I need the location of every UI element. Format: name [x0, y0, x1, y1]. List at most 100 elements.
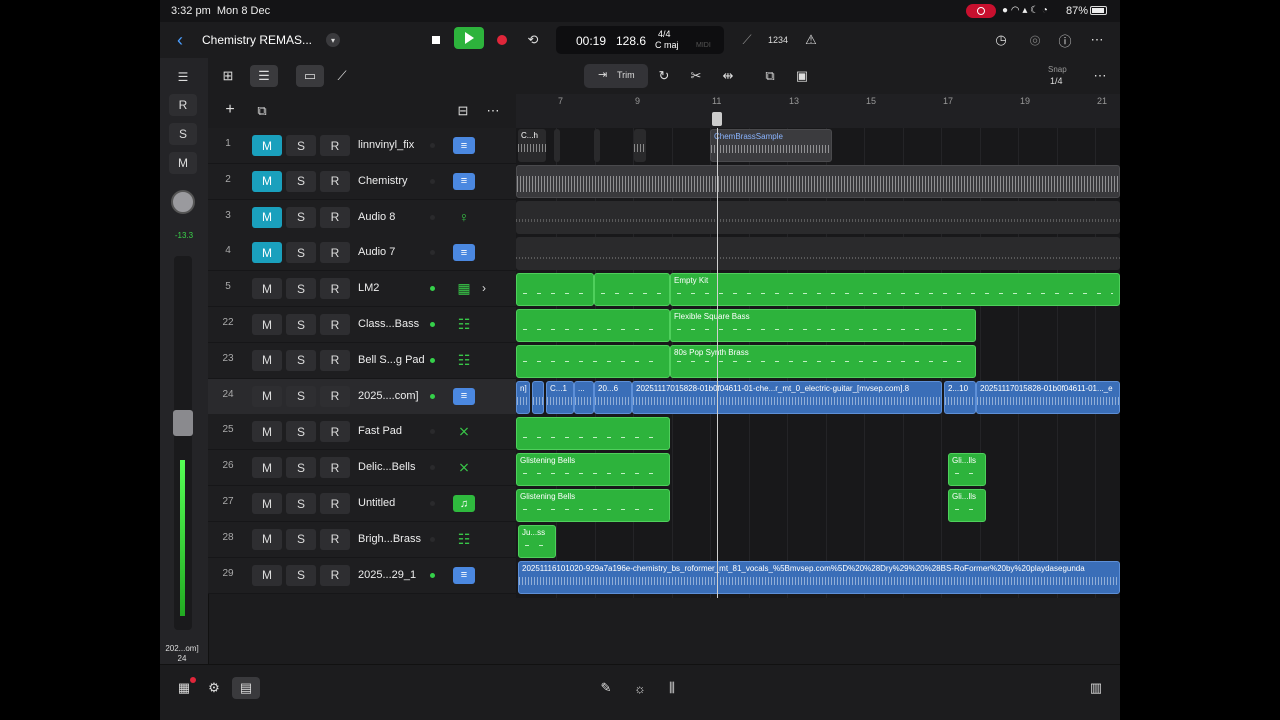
smart-controls-icon[interactable]: ⚙ — [200, 677, 228, 699]
track-header[interactable]: 4 M S R Audio 7 ≡ — [208, 235, 516, 272]
record-arm-button[interactable]: R — [320, 135, 350, 156]
help-icon[interactable]: ⓘ — [1054, 29, 1076, 51]
keyboard-icon[interactable]: ▥ — [1082, 677, 1110, 699]
mute-button[interactable]: M — [252, 278, 282, 300]
region[interactable] — [516, 237, 1120, 270]
track-name[interactable]: Audio 7 — [358, 246, 395, 258]
region[interactable] — [554, 129, 560, 162]
region[interactable] — [516, 345, 670, 378]
region[interactable] — [516, 165, 1120, 198]
stop-button[interactable] — [426, 29, 446, 51]
automation-icon[interactable]: ⟋ — [330, 65, 354, 87]
track-name[interactable]: Untitled — [358, 497, 395, 509]
add-track-icon[interactable]: + — [220, 99, 240, 121]
region-view-icon[interactable]: ▭ — [296, 65, 324, 87]
record-arm-button[interactable]: R — [320, 314, 350, 335]
mute-button[interactable]: M — [252, 349, 282, 371]
mute-button[interactable]: M — [252, 493, 282, 514]
region[interactable] — [516, 417, 670, 450]
track-name[interactable]: 2025...29_1 — [358, 569, 416, 581]
solo-button[interactable]: S — [286, 385, 316, 407]
region[interactable] — [516, 309, 670, 342]
project-menu-chevron-icon[interactable]: ▾ — [326, 33, 340, 47]
track-header[interactable]: 23 M S R Bell S...g Pad ☷ — [208, 342, 516, 379]
solo-button[interactable]: S — [286, 314, 316, 335]
paste-icon[interactable]: ▣ — [790, 65, 814, 87]
strip-solo-button[interactable]: S — [169, 123, 197, 145]
mute-button[interactable]: M — [252, 564, 282, 586]
region[interactable]: 20...6 — [594, 381, 632, 414]
mute-button[interactable]: M — [252, 314, 282, 335]
lcd-display[interactable]: 00:19 128.6 4/4 C maj MIDI — [556, 26, 724, 54]
track-header[interactable]: 1 M S Rlinnvinyl_fix ≡ — [208, 128, 516, 164]
mute-button[interactable]: M — [252, 242, 282, 264]
region[interactable]: Gli...lls — [948, 489, 986, 522]
region[interactable] — [532, 381, 544, 414]
track-header[interactable]: 3 M S R Audio 8 ♀ — [208, 199, 516, 236]
region[interactable] — [634, 129, 646, 162]
track-name[interactable]: Bell S...g Pad — [358, 354, 425, 366]
track-name[interactable]: linnvinyl_fix — [358, 139, 414, 151]
region[interactable]: ... — [574, 381, 594, 414]
region[interactable]: Flexible Square Bass — [670, 309, 976, 342]
mute-button[interactable]: M — [252, 135, 282, 156]
strip-mute-button[interactable]: M — [169, 152, 197, 174]
region[interactable]: Glistening Bells — [516, 489, 670, 522]
duplicate-track-icon[interactable]: ⧉ — [252, 100, 272, 122]
pan-knob[interactable] — [171, 190, 195, 214]
playhead-handle[interactable] — [712, 112, 722, 126]
region[interactable] — [594, 129, 600, 162]
track-more-icon[interactable]: ⋯ — [482, 100, 504, 122]
region[interactable]: Empty Kit — [670, 273, 1120, 306]
toolbar-more-icon[interactable]: ⋯ — [1088, 65, 1112, 87]
solo-button[interactable]: S — [286, 135, 316, 156]
region[interactable] — [516, 273, 594, 306]
project-title[interactable]: Chemistry REMAS... — [202, 33, 312, 47]
solo-button[interactable]: S — [286, 457, 316, 479]
strip-record-button[interactable]: R — [169, 94, 197, 116]
mute-button[interactable]: M — [252, 528, 282, 550]
solo-button[interactable]: S — [286, 528, 316, 550]
loop-tool-icon[interactable]: ↻ — [652, 65, 676, 87]
solo-button[interactable]: S — [286, 421, 316, 443]
record-arm-button[interactable]: R — [320, 278, 350, 300]
solo-button[interactable]: S — [286, 206, 316, 228]
loop-browser-icon[interactable]: ◎ — [1024, 29, 1046, 51]
mute-button[interactable]: M — [252, 170, 282, 192]
track-header[interactable]: 22 M S R Class...Bass ☷ — [208, 307, 516, 343]
copy-icon[interactable]: ⧉ — [758, 65, 782, 87]
bar-ruler[interactable]: 7 9 11 13 15 17 19 21 — [516, 94, 1120, 129]
play-button[interactable] — [454, 27, 484, 49]
region[interactable]: 80s Pop Synth Brass — [670, 345, 976, 378]
back-chevron-icon[interactable]: ‹ — [170, 29, 190, 51]
record-arm-button[interactable]: R — [320, 528, 350, 550]
volume-fader-handle[interactable] — [173, 410, 193, 436]
join-tool-icon[interactable]: ⇹ — [716, 65, 740, 87]
solo-button[interactable]: S — [286, 349, 316, 371]
track-header[interactable]: 24 M S R 2025....com] ≡ — [208, 378, 516, 415]
cycle-icon[interactable]: ⟲ — [522, 29, 544, 51]
record-arm-button[interactable]: R — [320, 206, 350, 228]
record-arm-button[interactable]: R — [320, 385, 350, 407]
region[interactable]: 20251116101020-929a7a196e-chemistry_bs_r… — [518, 561, 1120, 594]
track-name[interactable]: Fast Pad — [358, 425, 402, 437]
mute-button[interactable]: M — [252, 385, 282, 407]
mute-button[interactable]: M — [252, 457, 282, 479]
record-arm-button[interactable]: R — [320, 421, 350, 443]
region[interactable]: 20251117015828-01b0f04611-01-che...r_mt_… — [632, 381, 942, 414]
metronome-icon[interactable]: ⚠ — [800, 29, 822, 51]
track-header[interactable]: 29 M S R 2025...29_1 ≡ — [208, 557, 516, 594]
track-name[interactable]: LM2 — [358, 282, 379, 294]
solo-button[interactable]: S — [286, 278, 316, 300]
region[interactable]: ChemBrassSample — [710, 129, 832, 162]
record-button[interactable] — [492, 29, 512, 51]
mixer-settings-icon[interactable]: ☰ — [169, 66, 197, 88]
record-arm-button[interactable]: R — [320, 170, 350, 192]
region[interactable]: Ju...ss — [518, 525, 556, 558]
region[interactable]: Gli...lls — [948, 453, 986, 486]
track-name[interactable]: Audio 8 — [358, 211, 395, 223]
region[interactable]: 20251117015828-01b0f04611-01..._e — [976, 381, 1120, 414]
more-options-icon[interactable]: ⋯ — [1086, 29, 1108, 51]
region[interactable] — [594, 273, 670, 306]
record-arm-button[interactable]: R — [320, 493, 350, 514]
